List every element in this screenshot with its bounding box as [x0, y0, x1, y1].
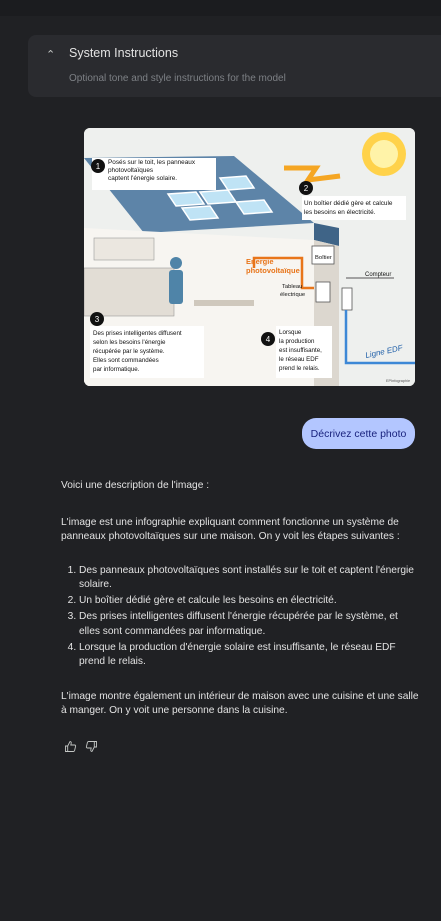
thumbs-down-icon[interactable]	[85, 740, 98, 753]
system-instructions-panel[interactable]: ⌃ System Instructions Optional tone and …	[28, 35, 441, 97]
user-prompt-text: Décrivez cette photo	[310, 427, 407, 440]
system-instructions-input[interactable]: Optional tone and style instructions for…	[69, 73, 286, 84]
response-feedback	[64, 740, 98, 753]
system-instructions-title: System Instructions	[69, 46, 179, 60]
thumbs-up-icon[interactable]	[64, 740, 77, 753]
uploaded-infographic-image: 1 Posés sur le toit, les panneaux photov…	[84, 128, 415, 386]
list-item: Un boîtier dédié gère et calcule les bes…	[79, 594, 421, 609]
response-intro: Voici une description de l'image :	[61, 480, 210, 491]
callout-number-3: 3	[95, 315, 100, 324]
list-item: Lorsque la production d'énergie solaire …	[79, 641, 421, 670]
callout-number-1: 1	[96, 162, 101, 171]
user-prompt-bubble: Décrivez cette photo	[302, 418, 415, 449]
response-steps-list: Des panneaux photovoltaïques sont instal…	[61, 564, 421, 670]
list-item: Des panneaux photovoltaïques sont instal…	[79, 564, 421, 593]
image-credit: EPInfographie	[386, 379, 410, 383]
box-label: Boîtier	[315, 255, 332, 261]
solar-house-illustration: 1 Posés sur le toit, les panneaux photov…	[84, 128, 415, 386]
model-response: Voici une description de l'image : L'ima…	[61, 479, 421, 719]
response-paragraph: L'image montre également un intérieur de…	[61, 690, 419, 717]
top-bar	[0, 0, 441, 16]
callout-number-4: 4	[266, 335, 271, 344]
meter-label: Compteur	[365, 272, 391, 278]
list-item: Des prises intelligentes diffusent l'éne…	[79, 610, 421, 639]
chevron-up-icon[interactable]: ⌃	[46, 48, 55, 61]
response-paragraph: L'image est une infographie expliquant c…	[61, 516, 400, 543]
callout-number-2: 2	[304, 184, 309, 193]
